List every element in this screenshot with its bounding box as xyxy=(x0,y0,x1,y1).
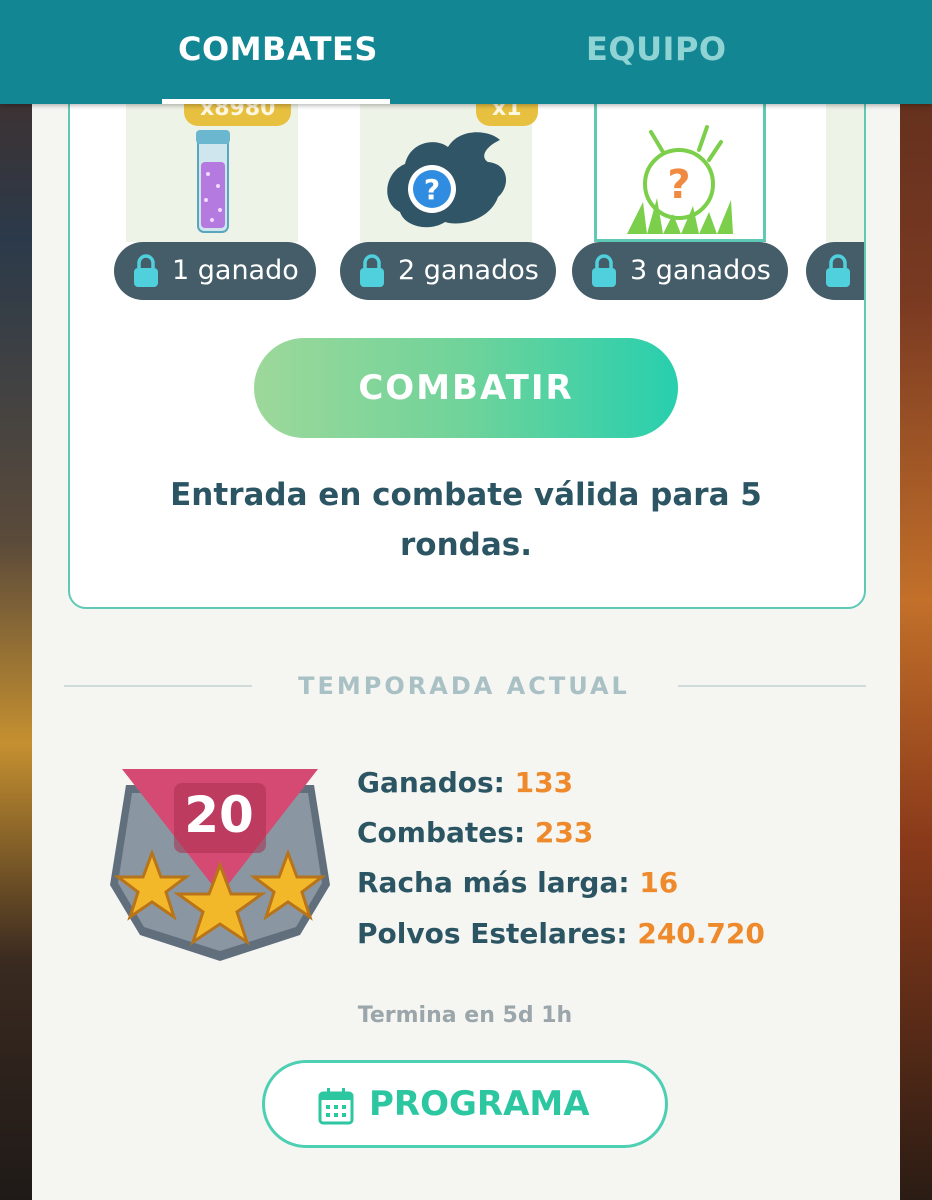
lock-pill: 2 ganados xyxy=(340,242,556,300)
stat-value: 233 xyxy=(534,816,594,849)
stat-value: 133 xyxy=(514,766,574,799)
svg-text:?: ? xyxy=(667,162,690,208)
stat-value: 240.720 xyxy=(637,917,765,950)
season-title: TEMPORADA ACTUAL xyxy=(298,672,630,700)
tab-equipo[interactable]: EQUIPO xyxy=(586,30,727,68)
lock-pill-label: 2 ganados xyxy=(398,255,539,286)
stat-wins: Ganados: 133 xyxy=(357,766,573,799)
tab-combates[interactable]: COMBATES xyxy=(178,30,378,68)
stat-value: 16 xyxy=(639,866,679,899)
program-button[interactable]: PROGRAMA xyxy=(262,1060,668,1148)
entry-note: Entrada en combate válida para 5 rondas. xyxy=(170,477,762,563)
top-tab-bar: COMBATES EQUIPO xyxy=(0,0,932,104)
stat-stardust: Polvos Estelares: 240.720 xyxy=(357,917,765,950)
lock-icon xyxy=(360,254,384,287)
lock-pill: 4 xyxy=(806,242,866,300)
active-tab-indicator xyxy=(162,99,390,104)
svg-text:?: ? xyxy=(424,173,440,206)
lock-pill-label: 3 ganados xyxy=(630,255,771,286)
stat-longest-streak: Racha más larga: 16 xyxy=(357,866,678,899)
stat-label: Ganados: xyxy=(357,766,505,799)
lock-icon xyxy=(592,254,616,287)
divider-left xyxy=(64,685,252,687)
stat-label: Polvos Estelares: xyxy=(357,917,628,950)
lock-pill-label: 4 xyxy=(864,255,866,286)
lock-pill: 3 ganados xyxy=(572,242,788,300)
stat-label: Racha más larga: xyxy=(357,866,630,899)
lock-icon xyxy=(134,254,158,287)
season-ends-in: Termina en 5d 1h xyxy=(357,1003,573,1028)
stat-label: Combates: xyxy=(357,816,526,849)
combat-button[interactable]: COMBATIR xyxy=(254,338,678,438)
lock-icon xyxy=(826,254,850,287)
rank-number: 20 xyxy=(184,786,254,844)
lock-pill-label: 1 ganado xyxy=(172,255,299,286)
calendar-icon xyxy=(318,1088,354,1125)
divider-right xyxy=(678,685,866,687)
program-button-label: PROGRAMA xyxy=(369,1084,590,1124)
lock-pill: 1 ganado xyxy=(114,242,316,300)
reward-tile-grass-encounter[interactable]: ? xyxy=(594,102,766,242)
mystery-grass-encounter-icon: ? xyxy=(627,125,733,234)
stat-battles: Combates: 233 xyxy=(357,816,593,849)
reward-tile-partial[interactable] xyxy=(826,102,864,242)
